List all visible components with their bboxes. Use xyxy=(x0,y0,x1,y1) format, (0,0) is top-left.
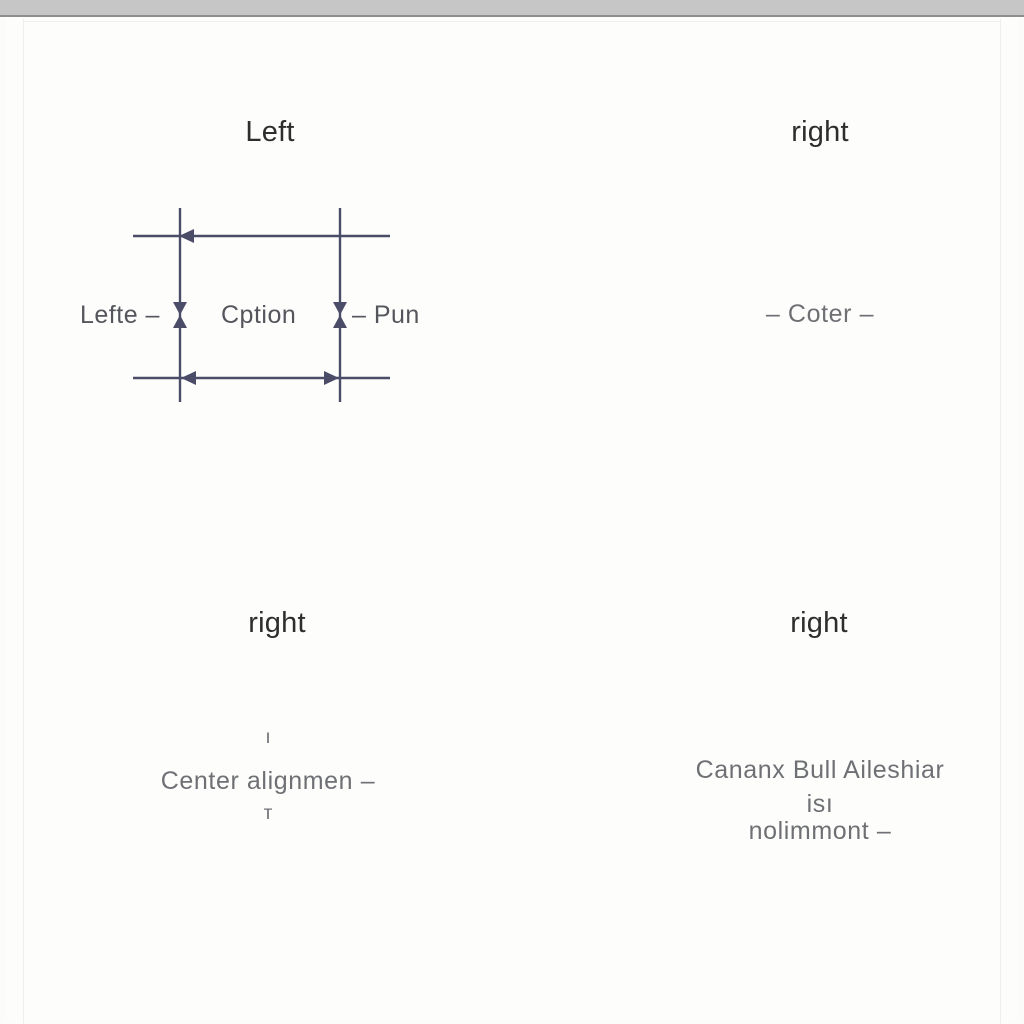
screenshot-root: Left Lefte – Cption – Pun right – Coter … xyxy=(0,0,1024,1024)
frame-edge-left xyxy=(23,19,24,1024)
bottom-right-line-3: nolimmont – xyxy=(748,817,892,845)
top-right-heading: right xyxy=(791,116,849,148)
arrowhead-left-vertical-down xyxy=(173,302,187,315)
bottom-right-line-2: isı xyxy=(806,790,834,818)
arrowhead-bottom-right xyxy=(324,371,339,385)
top-right-line-1: – Coter – xyxy=(765,300,875,328)
arrowhead-bottom-left xyxy=(181,371,196,385)
dimension-label-right: – Pun xyxy=(352,301,420,329)
frame-edge-right xyxy=(1000,19,1001,1024)
bottom-left-tick-above: ı xyxy=(265,727,271,748)
arrowhead-right-vertical-down xyxy=(333,302,347,315)
dimension-label-left: Lefte – xyxy=(80,301,160,329)
bottom-right-line-1: Cananx Bull Aileshiar xyxy=(695,756,945,784)
arrowhead-left-vertical-up xyxy=(173,315,187,328)
document-frame xyxy=(0,19,1024,1024)
bottom-left-heading: right xyxy=(248,607,306,639)
bottom-right-heading: right xyxy=(790,607,848,639)
dimension-label-center: Cption xyxy=(221,301,297,329)
bottom-left-line-1: Center alignmen – xyxy=(160,767,376,795)
window-title-bar xyxy=(0,0,1024,17)
bottom-left-tick-below: т xyxy=(263,803,273,824)
top-left-heading: Left xyxy=(245,116,295,148)
frame-edge-top xyxy=(23,21,1001,22)
arrowhead-top-left xyxy=(179,229,194,243)
arrowhead-right-vertical-up xyxy=(333,315,347,328)
